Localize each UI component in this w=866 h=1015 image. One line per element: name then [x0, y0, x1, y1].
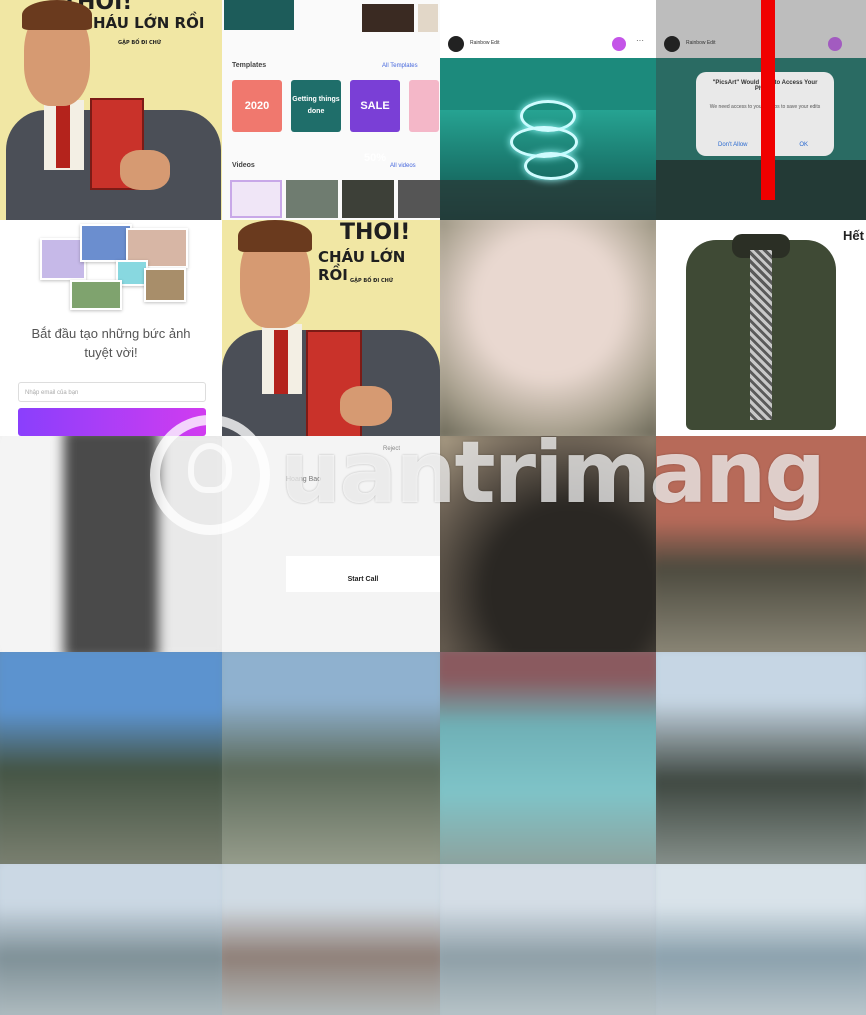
result-thumbnail-phone-post[interactable]: Rainbow Edit ···	[440, 0, 656, 220]
collage-photo	[144, 268, 186, 302]
template-card[interactable]: SALE 50%	[350, 80, 400, 164]
section-templates-title: Templates	[232, 62, 267, 69]
blurred-photo	[656, 864, 866, 1015]
edit-icon[interactable]	[612, 37, 626, 51]
call-panel	[286, 556, 440, 592]
blurred-photo	[0, 864, 222, 1015]
account-name: Rainbow Edit	[470, 40, 500, 46]
video-thumb[interactable]	[398, 180, 440, 218]
signup-button[interactable]	[18, 408, 206, 436]
video-thumb[interactable]	[230, 180, 282, 218]
result-thumbnail-blurred[interactable]	[656, 436, 866, 652]
poster-title-line1: THOI!	[340, 220, 411, 245]
jacket-label: Hết	[843, 228, 864, 243]
blurred-photo	[656, 652, 866, 864]
call-status: Reject	[382, 446, 400, 452]
blurred-photo	[440, 864, 656, 1015]
blurred-photo	[440, 436, 656, 652]
result-thumbnail-blurred[interactable]	[656, 864, 866, 1015]
template-card[interactable]: Getting things done	[291, 80, 341, 132]
blurred-photo	[0, 652, 222, 864]
video-thumb[interactable]	[342, 180, 394, 218]
blurred-photo	[222, 864, 440, 1015]
edit-icon[interactable]	[828, 37, 842, 51]
poster-hair	[22, 0, 92, 30]
result-thumbnail-blurred[interactable]	[440, 436, 656, 652]
poster-subtitle: GẶP BỐ ĐI CHỨ	[118, 40, 162, 46]
signup-message-line: tuyệt vời!	[84, 345, 138, 360]
collage-photo	[70, 280, 122, 310]
result-thumbnail-blurred[interactable]	[656, 652, 866, 864]
start-call-button[interactable]: Start Call	[286, 576, 440, 583]
result-thumbnail-poster[interactable]: THOI! CHÁU LỚN RỒI GẶP BỐ ĐI CHỨ	[0, 0, 222, 220]
poster-tie	[56, 104, 70, 168]
tpl-top-thumb	[418, 4, 438, 32]
jacket-lining	[750, 250, 772, 420]
blurred-photo	[0, 436, 222, 652]
result-thumbnail-blurred[interactable]	[0, 436, 222, 652]
post-header	[440, 0, 656, 58]
result-thumbnail-blurred[interactable]	[0, 864, 222, 1015]
caller-name: Hoang Bao	[286, 476, 322, 483]
poster-tie	[274, 330, 288, 394]
blurred-photo	[656, 436, 866, 652]
poster-hair	[238, 220, 312, 252]
spiral-graphic	[524, 152, 578, 180]
result-thumbnail-poster-2[interactable]: THOI! CHÁU LỚN RỒI GẶP BỐ ĐI CHỨ	[222, 220, 440, 436]
video-thumb[interactable]	[286, 180, 338, 218]
dont-allow-button[interactable]: Don't Allow	[718, 142, 748, 148]
all-videos-link[interactable]: All videos	[390, 163, 416, 169]
result-thumbnail-blurred[interactable]	[440, 652, 656, 864]
result-thumbnail-permission-dialog[interactable]: Rainbow Edit "PicsArt" Would Like to Acc…	[656, 0, 866, 220]
tpl-top-thumb	[224, 0, 294, 30]
result-thumbnail-templates[interactable]: Templates All Templates 2020 Getting thi…	[222, 0, 440, 220]
collage-photo	[80, 224, 132, 262]
blurred-photo	[222, 652, 440, 864]
poster-hand	[120, 150, 170, 190]
result-thumbnail-blurred[interactable]	[440, 220, 656, 436]
template-card[interactable]: 2020	[232, 80, 282, 132]
result-thumbnail-blurred[interactable]	[222, 652, 440, 864]
avatar	[448, 36, 464, 52]
section-videos-title: Videos	[232, 162, 255, 169]
result-thumbnail-blurred[interactable]	[0, 652, 222, 864]
tpl-top-thumb	[362, 4, 414, 32]
blurred-photo	[440, 652, 656, 864]
poster-title-line2: CHÁU LỚN RỒI	[82, 14, 205, 32]
red-marker	[761, 0, 775, 200]
result-thumbnail-blurred[interactable]	[222, 864, 440, 1015]
poster-subtitle: GẶP BỐ ĐI CHỨ	[350, 278, 394, 284]
ok-button[interactable]: OK	[799, 142, 808, 148]
result-thumbnail-jacket[interactable]: Hết	[656, 220, 866, 436]
poster-hand	[340, 386, 392, 426]
result-thumbnail-call-screen[interactable]: Reject Hoang Bao Start Call	[222, 436, 440, 652]
avatar	[664, 36, 680, 52]
signup-message: Bắt đầu tạo những bức ảnh tuyệt vời!	[10, 324, 212, 362]
signup-message-line: Bắt đầu tạo những bức ảnh	[31, 326, 191, 341]
post-image-rocks	[440, 180, 656, 220]
image-search-results-grid: THOI! CHÁU LỚN RỒI GẶP BỐ ĐI CHỨ Templat…	[0, 0, 866, 1015]
account-name: Rainbow Edit	[686, 40, 716, 46]
template-card[interactable]	[409, 80, 439, 132]
blurred-photo	[440, 220, 656, 436]
all-templates-link[interactable]: All Templates	[382, 63, 418, 69]
result-thumbnail-blurred[interactable]	[440, 864, 656, 1015]
email-field[interactable]: Nhập email của bạn	[18, 382, 206, 402]
result-thumbnail-signup[interactable]: Bắt đầu tạo những bức ảnh tuyệt vời! Nhậ…	[0, 220, 222, 436]
more-icon[interactable]: ···	[636, 36, 644, 45]
